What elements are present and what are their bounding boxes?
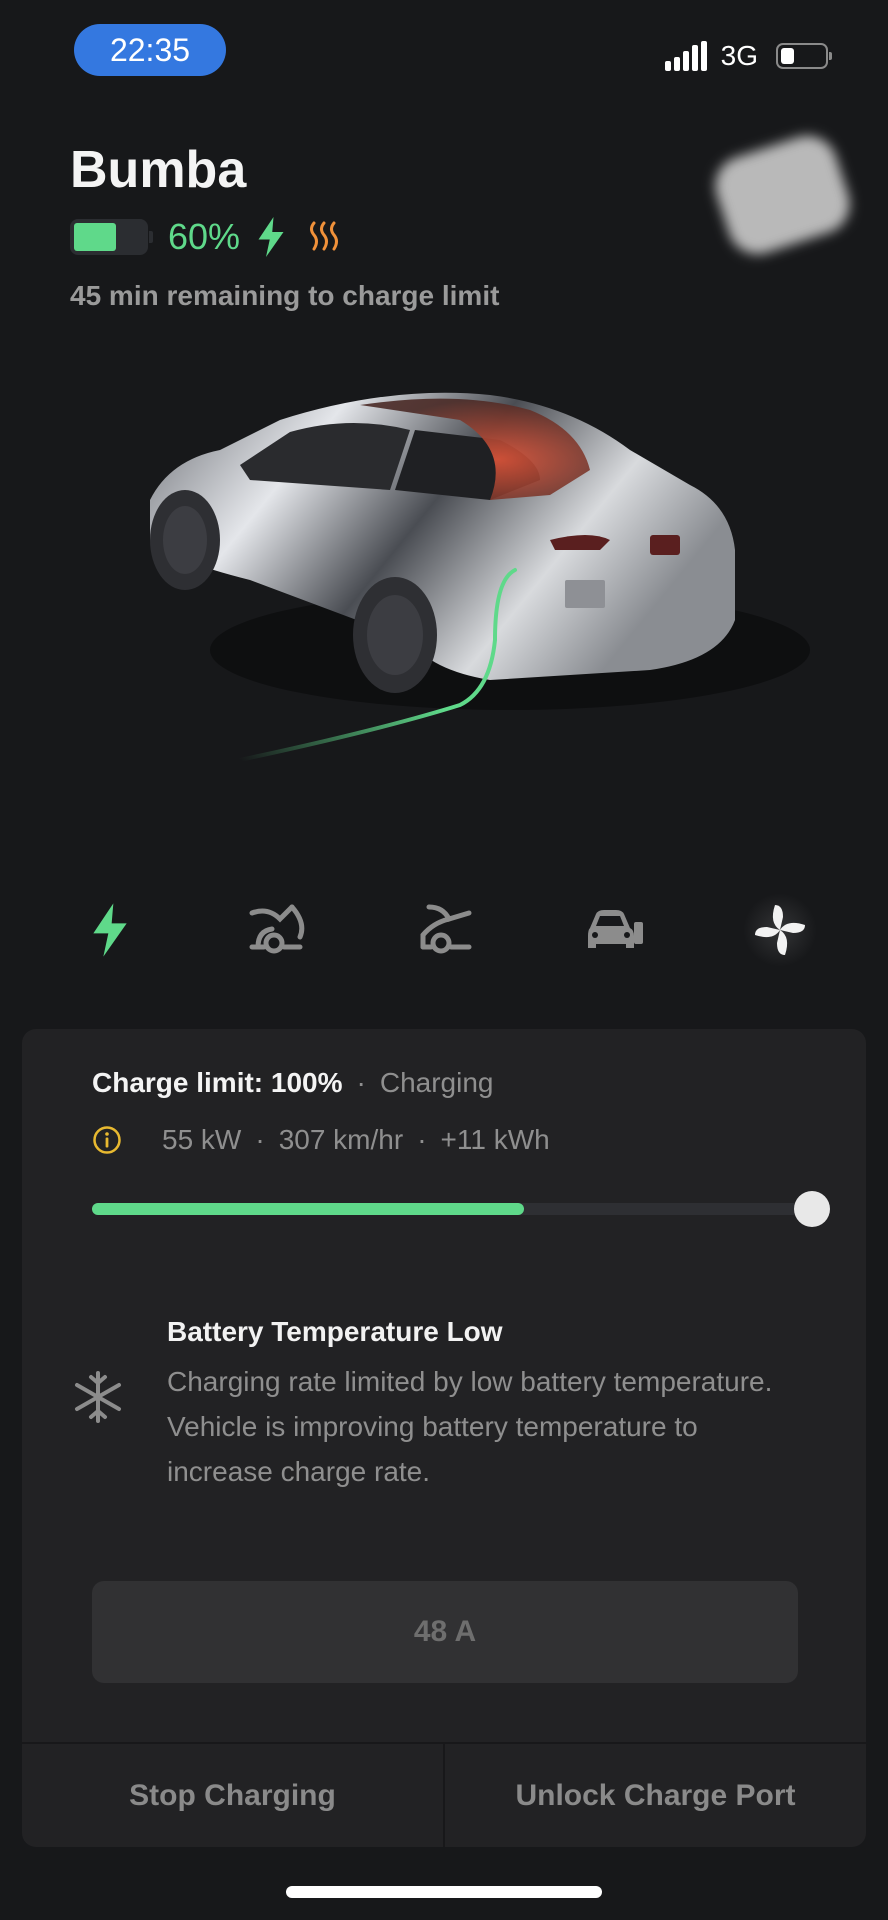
warning-title: Battery Temperature Low (167, 1316, 503, 1347)
snowflake-icon (75, 1371, 121, 1423)
redacted-region (707, 128, 858, 262)
charge-limit-row[interactable]: Charge limit: 100% · Charging (92, 1067, 494, 1099)
trunk-open-icon (420, 904, 472, 954)
fan-icon (755, 905, 805, 955)
unlock-charge-port-button[interactable]: Unlock Charge Port (445, 1744, 866, 1847)
climate-control[interactable] (740, 890, 820, 970)
charge-power: 55 kW (162, 1124, 242, 1155)
warning-body: Charging rate limited by low battery tem… (167, 1366, 773, 1487)
energy-added: +11 kWh (440, 1124, 550, 1155)
info-icon[interactable] (92, 1125, 122, 1155)
charge-limit-handle[interactable] (794, 1191, 830, 1227)
stop-charging-button[interactable]: Stop Charging (22, 1744, 443, 1847)
lightning-bolt-icon (258, 217, 284, 257)
charge-limit-slider[interactable] (92, 1191, 830, 1227)
charging-card: Charge limit: 100% · Charging 55 kW · 30… (22, 1029, 866, 1847)
charge-rate: 307 km/hr (278, 1124, 404, 1155)
lightning-bolt-icon (93, 903, 127, 957)
battery-heat-icon (310, 221, 339, 251)
charge-level-fill (92, 1203, 524, 1215)
network-type: 3G (720, 40, 758, 71)
frunk-control[interactable] (238, 890, 318, 970)
status-time: 22:35 (74, 24, 226, 76)
vent-control[interactable] (573, 890, 653, 970)
charging-state: Charging (379, 1067, 494, 1098)
signal-bars-icon (664, 41, 707, 71)
vehicle-name[interactable]: Bumba (70, 140, 246, 200)
car-vent-icon (587, 910, 643, 948)
charge-remaining-text: 45 min remaining to charge limit (70, 280, 500, 311)
phone-battery-icon (776, 43, 832, 69)
status-icons: 3G (664, 40, 832, 72)
trunk-control[interactable] (405, 890, 485, 970)
charge-rate-row: 55 kW · 307 km/hr · +11 kWh (92, 1124, 550, 1156)
quick-controls (70, 890, 820, 970)
separator: · (417, 1124, 427, 1155)
battery-percent: 60% (168, 216, 241, 257)
frunk-open-icon (249, 904, 304, 954)
vehicle-battery-icon (70, 219, 153, 255)
card-actions: Stop Charging Unlock Charge Port (22, 1744, 866, 1847)
separator: · (356, 1067, 366, 1098)
battery-status-row: 60% (70, 216, 342, 258)
charge-limit-label: Charge limit: 100% (92, 1067, 343, 1098)
car-image[interactable] (130, 390, 810, 820)
charging-control[interactable] (70, 890, 150, 970)
charge-current-control[interactable]: 48 A (92, 1581, 798, 1683)
separator: · (255, 1124, 265, 1155)
home-indicator[interactable] (286, 1886, 602, 1898)
